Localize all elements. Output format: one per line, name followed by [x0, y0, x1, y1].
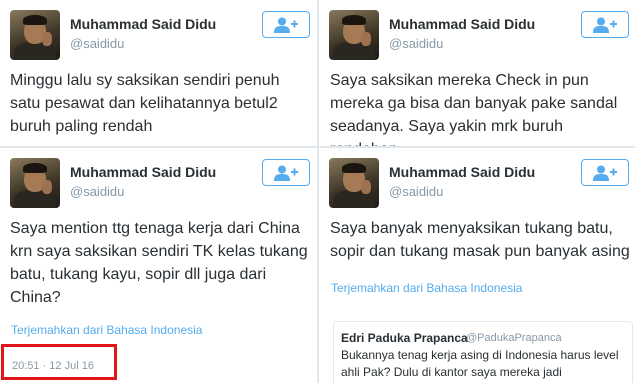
avatar[interactable] [329, 158, 379, 208]
translate-link[interactable]: Terjemahkan dari Bahasa Indonesia [11, 323, 202, 337]
tweet-text: Saya banyak menyaksikan tukang batu, sop… [330, 220, 630, 260]
author-name[interactable]: Muhammad Said Didu [70, 164, 216, 180]
tweet-text: Saya mention ttg tenaga kerja dari China… [10, 220, 308, 306]
author-name[interactable]: Muhammad Said Didu [70, 16, 216, 32]
follow-person-icon [274, 17, 298, 33]
avatar[interactable] [10, 158, 60, 208]
quoted-tweet[interactable]: Edri Paduka Prapanca @PadukaPrapanca Buk… [333, 321, 633, 383]
avatar[interactable] [10, 10, 60, 60]
quoted-author-handle: @PadukaPrapanca [466, 332, 562, 344]
follow-button[interactable] [262, 11, 310, 38]
author-name[interactable]: Muhammad Said Didu [389, 16, 535, 32]
author-handle[interactable]: @saididu [70, 36, 124, 51]
author-name[interactable]: Muhammad Said Didu [389, 164, 535, 180]
follow-person-icon [593, 165, 617, 181]
follow-person-icon [593, 17, 617, 33]
follow-button[interactable] [581, 159, 629, 186]
avatar[interactable] [329, 10, 379, 60]
translate-link[interactable]: Terjemahkan dari Bahasa Indonesia [331, 281, 522, 295]
tweet-text: Minggu lalu sy saksikan sendiri penuh sa… [10, 72, 280, 135]
author-handle[interactable]: @saididu [389, 184, 443, 199]
follow-button[interactable] [262, 159, 310, 186]
tweet-card: Muhammad Said Didu @saididu Saya mention… [0, 148, 317, 383]
author-handle[interactable]: @saididu [70, 184, 124, 199]
tweet-text: Saya saksikan mereka Check in pun mereka… [330, 72, 618, 146]
tweet-card: Muhammad Said Didu @saididu Minggu lalu … [0, 0, 317, 146]
tweet-card: Muhammad Said Didu @saididu Saya saksika… [319, 0, 635, 146]
tweet-card: Muhammad Said Didu @saididu Saya banyak … [319, 148, 635, 383]
tweet-timestamp[interactable]: 20:51 · 12 Jul 16 [12, 360, 94, 372]
author-handle[interactable]: @saididu [389, 36, 443, 51]
quoted-text: Bukannya tenag kerja asing di Indonesia … [341, 348, 619, 379]
follow-button[interactable] [581, 11, 629, 38]
quoted-author-name: Edri Paduka Prapanca [341, 331, 468, 345]
follow-person-icon [274, 165, 298, 181]
